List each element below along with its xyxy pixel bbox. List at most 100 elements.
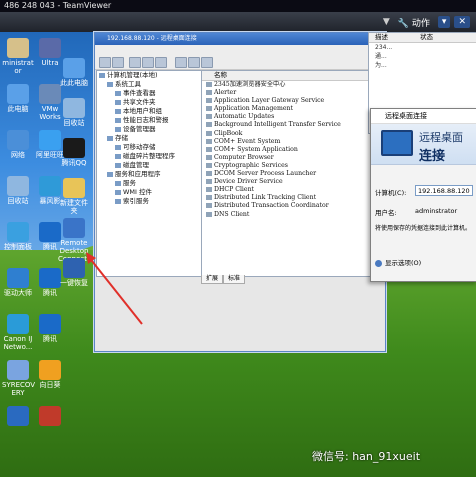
tree-item[interactable]: 系统工具 — [97, 80, 201, 89]
desktop-icon[interactable]: Canon IJ Netwo... — [2, 314, 34, 351]
tree-item[interactable]: 共享文件夹 — [97, 98, 201, 107]
service-row[interactable]: Distributed Link Tracking Client — [202, 194, 386, 202]
desktop-icon[interactable]: 此电脑 — [2, 84, 34, 113]
tree-node-icon — [115, 90, 121, 96]
service-row[interactable]: COM+ Event System — [202, 138, 386, 146]
tree-node-icon — [115, 144, 121, 150]
desktop-icon-label: SYRECOV ERY — [2, 381, 36, 397]
expand-icon — [375, 259, 382, 267]
tree-node-icon — [115, 162, 121, 168]
back-button[interactable] — [99, 57, 111, 68]
service-row[interactable]: Cryptographic Services — [202, 162, 386, 170]
sunflower-icon — [39, 360, 61, 380]
service-row[interactable]: Automatic Updates — [202, 113, 386, 121]
computer-icon — [7, 84, 29, 104]
tab-standard[interactable]: 标准 — [223, 275, 246, 284]
tree-item[interactable]: 服务 — [97, 179, 201, 188]
service-row[interactable]: COM+ System Application — [202, 146, 386, 154]
rdp-banner-line1: 远程桌面 — [419, 131, 463, 144]
status-header-label[interactable]: 状态 — [420, 33, 433, 41]
computer-input[interactable]: 192.168.88.120 — [415, 185, 473, 196]
desktop-icon-label: 此此电脑 — [60, 79, 88, 87]
desktop-icon[interactable]: 回收站 — [2, 176, 34, 205]
pause-button[interactable] — [201, 57, 213, 68]
service-row[interactable]: DHCP Client — [202, 186, 386, 194]
tree-item[interactable]: 磁盘管理 — [97, 161, 201, 170]
tree-item[interactable]: 计算机管理(本地) — [97, 71, 201, 80]
tree-node-icon — [115, 153, 121, 159]
desktop-icon[interactable] — [2, 406, 34, 427]
desktop-icon[interactable]: 腾讯 — [34, 314, 66, 343]
service-name: COM+ Event System — [214, 137, 281, 145]
desktop-icon[interactable]: 新建文件夹 — [58, 178, 90, 215]
desktop-icon[interactable]: 腾讯QQ — [58, 138, 90, 167]
show-options-button[interactable]: 显示选项(O) — [375, 257, 421, 267]
tree-item[interactable]: 存储 — [97, 134, 201, 143]
service-row[interactable]: Application Management — [202, 105, 386, 113]
service-row[interactable]: DNS Client — [202, 211, 386, 219]
actions-button[interactable]: 🔧 动作 — [394, 15, 434, 30]
close-button[interactable]: ▾ — [437, 16, 451, 28]
tree-item[interactable]: 性能日志和警报 — [97, 116, 201, 125]
tree-item[interactable]: 服务和应用程序 — [97, 170, 201, 179]
service-row[interactable]: DCOM Server Process Launcher — [202, 170, 386, 178]
tree-node-icon — [115, 99, 121, 105]
service-row[interactable]: Application Layer Gateway Service — [202, 97, 386, 105]
app-icon — [7, 406, 29, 426]
tree-item-label: WMI 控件 — [123, 188, 153, 196]
tree-item[interactable]: WMI 控件 — [97, 188, 201, 197]
list-header-name[interactable]: 名称 — [202, 71, 386, 81]
desktop-icon[interactable]: 回收站 — [58, 98, 90, 127]
dropdown-arrow-icon[interactable]: ▼ — [383, 17, 390, 27]
folder-icon — [63, 178, 85, 198]
tree-item[interactable]: 事件查看器 — [97, 89, 201, 98]
play-button[interactable] — [175, 57, 187, 68]
desktop-icon-label: 回收站 — [63, 119, 85, 127]
up-button[interactable] — [129, 57, 141, 68]
service-gear-icon — [206, 146, 212, 152]
tree-item-label: 设备管理器 — [123, 125, 156, 133]
desktop-icon[interactable]: 此此电脑 — [58, 58, 90, 87]
desktop-icon[interactable]: 网络 — [2, 130, 34, 159]
service-name: ClipBook — [214, 129, 243, 137]
arrow-annotation — [86, 252, 143, 325]
help-button[interactable] — [155, 57, 167, 68]
tree-item[interactable]: 设备管理器 — [97, 125, 201, 134]
service-row[interactable]: 2345加速浏览器安全中心 — [202, 81, 386, 89]
service-name: Computer Browser — [214, 153, 274, 161]
driver-icon — [7, 268, 29, 288]
service-name: DNS Client — [214, 210, 250, 218]
desktop-icon[interactable]: 向日葵 — [34, 360, 66, 389]
toolbar — [95, 55, 385, 70]
desktop-icon[interactable]: SYRECOV ERY — [2, 360, 36, 397]
forward-button[interactable] — [112, 57, 124, 68]
desktop-icon[interactable]: 控制面板 — [2, 222, 34, 251]
rdp-icon — [63, 218, 85, 238]
description-header-label[interactable]: 描述 — [375, 33, 388, 41]
tab-extended[interactable]: 扩展 — [201, 275, 224, 284]
tree-node-icon — [115, 108, 121, 114]
tree-item-label: 磁盘管理 — [123, 161, 149, 169]
stop-button[interactable] — [188, 57, 200, 68]
tree-item[interactable]: 本地用户和组 — [97, 107, 201, 116]
tree-node-icon — [107, 81, 113, 87]
service-name: DCOM Server Process Launcher — [214, 170, 317, 178]
tree-item-label: 服务 — [123, 179, 136, 187]
tree-item[interactable]: 可移动存储 — [97, 143, 201, 152]
desktop-icon[interactable] — [34, 406, 66, 427]
close-session-icon[interactable]: ✕ — [454, 16, 470, 28]
tree-item[interactable]: 磁盘碎片整理程序 — [97, 152, 201, 161]
properties-button[interactable] — [142, 57, 154, 68]
service-name: COM+ System Application — [214, 145, 298, 153]
service-row[interactable]: Alerter — [202, 89, 386, 97]
service-row[interactable]: Device Driver Service — [202, 178, 386, 186]
service-row[interactable]: Distributed Transaction Coordinator — [202, 202, 386, 210]
qq-icon — [63, 138, 85, 158]
service-row[interactable]: ClipBook — [202, 130, 386, 138]
service-row[interactable]: Background Intelligent Transfer Service — [202, 121, 386, 129]
tree-item[interactable]: 索引服务 — [97, 197, 201, 206]
desktop-icon[interactable]: ministrat or — [2, 38, 34, 75]
desktop-icon[interactable]: 驱动大师 — [2, 268, 34, 297]
service-row[interactable]: Computer Browser — [202, 154, 386, 162]
desktop-icon-label: 驱动大师 — [4, 289, 32, 297]
